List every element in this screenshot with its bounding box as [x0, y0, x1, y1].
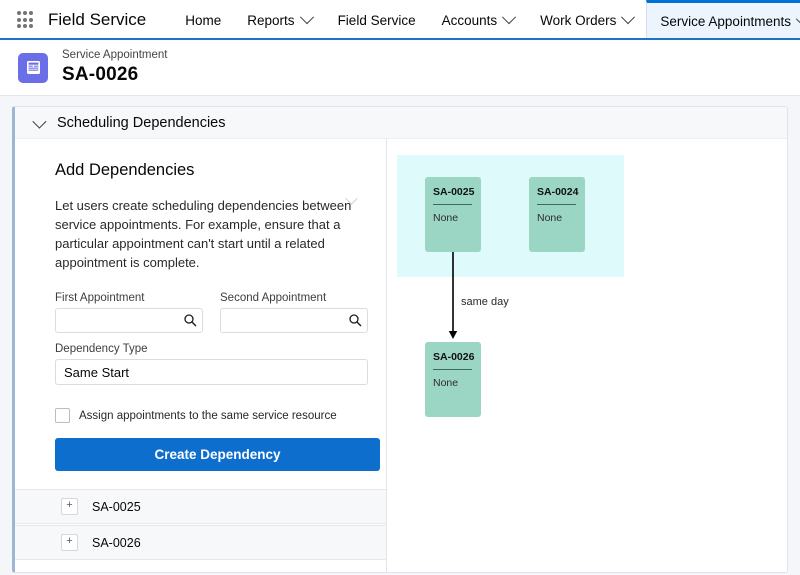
diagram-node-sa-0026[interactable]: SA-0026 None — [425, 342, 481, 417]
nav-underline — [0, 38, 800, 40]
dependency-type-label: Dependency Type — [55, 343, 148, 356]
nav-item-label: Work Orders — [540, 12, 617, 28]
second-appointment-field: Second Appointment — [220, 292, 368, 334]
dependency-accordion-list: + SA-0025 + SA-0026 — [15, 489, 386, 561]
section-header-scheduling-dependencies[interactable]: Scheduling Dependencies — [15, 107, 787, 139]
node-title: SA-0025 — [433, 186, 475, 198]
create-dependency-button[interactable]: Create Dependency — [55, 438, 380, 472]
global-nav: Home Reports Field Service Accounts Work… — [172, 0, 800, 40]
first-appointment-input[interactable] — [55, 308, 203, 334]
expand-icon[interactable]: + — [61, 534, 78, 552]
add-dependencies-title: Add Dependencies — [55, 161, 195, 179]
appointment-fields-row: First Appointment Second Appointment — [55, 292, 372, 334]
nav-item-home[interactable]: Home — [172, 0, 234, 40]
chevron-down-icon — [795, 11, 800, 26]
node-subtitle: None — [433, 377, 459, 389]
same-resource-checkbox-label: Assign appointments to the same service … — [79, 409, 337, 422]
list-item[interactable]: + SA-0025 — [15, 489, 386, 525]
node-subtitle: None — [537, 212, 563, 224]
chevron-down-icon[interactable] — [32, 114, 47, 129]
same-resource-checkbox-row[interactable]: Assign appointments to the same service … — [55, 408, 372, 424]
service-appointment-icon — [18, 52, 48, 83]
section-title: Scheduling Dependencies — [57, 114, 226, 131]
nav-item-accounts[interactable]: Accounts — [429, 0, 528, 40]
section-body: Add Dependencies Let users create schedu… — [15, 139, 787, 572]
node-title: SA-0024 — [537, 186, 579, 198]
diagram-node-sa-0024[interactable]: SA-0024 None — [529, 177, 585, 252]
app-name: Field Service — [48, 10, 147, 29]
page-title: SA-0026 — [62, 63, 139, 85]
expand-icon[interactable]: + — [61, 498, 78, 516]
chevron-down-icon — [299, 10, 314, 25]
node-divider — [537, 204, 576, 205]
add-dependencies-description: Let users create scheduling dependencies… — [55, 198, 352, 271]
app-launcher-grid-icon[interactable] — [14, 9, 36, 31]
nav-item-label: Service Appointments — [660, 14, 791, 29]
dependency-type-field: Dependency Type Same Start — [55, 343, 372, 386]
scheduling-dependencies-card: Scheduling Dependencies Add Dependencies… — [12, 106, 788, 573]
same-resource-checkbox[interactable] — [55, 408, 70, 424]
add-dependencies-pane: Add Dependencies Let users create schedu… — [15, 139, 387, 572]
nav-item-reports[interactable]: Reports — [234, 0, 324, 40]
chevron-down-icon — [621, 10, 636, 25]
list-item-label: SA-0026 — [92, 535, 141, 550]
nav-item-label: Accounts — [441, 12, 498, 28]
list-item-label: SA-0025 — [92, 499, 141, 514]
dependency-graph-pane: SA-0025 None SA-0024 None SA-0026 None s… — [387, 139, 787, 572]
nav-item-label: Reports — [247, 12, 295, 28]
first-appointment-field: First Appointment — [55, 292, 203, 334]
node-subtitle: None — [433, 212, 459, 224]
record-header: Service Appointment SA-0026 — [0, 40, 800, 96]
first-appointment-label: First Appointment — [55, 292, 145, 305]
node-divider — [433, 369, 472, 370]
diagram-edge-label: same day — [461, 296, 509, 308]
page-body: Scheduling Dependencies Add Dependencies… — [0, 96, 800, 575]
nav-item-work-orders[interactable]: Work Orders — [527, 0, 646, 40]
nav-item-field-service[interactable]: Field Service — [325, 0, 429, 40]
nav-item-label: Field Service — [337, 12, 416, 28]
dependency-type-select[interactable]: Same Start — [55, 359, 368, 386]
record-object-type: Service Appointment — [62, 49, 168, 62]
chevron-down-icon — [502, 10, 517, 25]
dependency-diagram: SA-0025 None SA-0024 None SA-0026 None s… — [387, 139, 787, 572]
list-item[interactable]: + SA-0026 — [15, 525, 386, 561]
app-root: Field Service Home Reports Field Service… — [0, 0, 800, 575]
second-appointment-input[interactable] — [220, 308, 368, 334]
dependency-type-value: Same Start — [64, 364, 130, 380]
global-header: Field Service Home Reports Field Service… — [0, 0, 800, 40]
record-meta: Service Appointment SA-0026 — [62, 49, 167, 86]
node-title: SA-0026 — [433, 351, 475, 363]
second-appointment-label: Second Appointment — [220, 292, 327, 305]
node-divider — [433, 204, 472, 205]
nav-item-label: Home — [185, 12, 222, 28]
diagram-node-sa-0025[interactable]: SA-0025 None — [425, 177, 481, 252]
nav-item-service-appointments[interactable]: Service Appointments — [646, 0, 800, 40]
